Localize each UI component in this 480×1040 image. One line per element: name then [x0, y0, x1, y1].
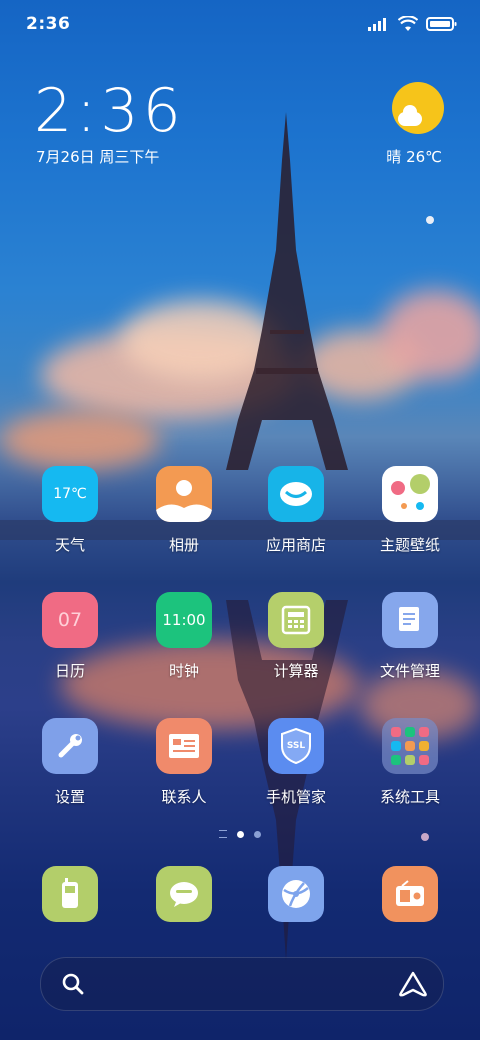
app-label: 主题壁纸	[379, 536, 440, 554]
settings-app-icon	[42, 718, 98, 774]
app-security[interactable]: SSL 手机管家	[240, 718, 352, 807]
calendar-app-icon: 07	[42, 592, 98, 648]
app-settings[interactable]: 设置	[14, 718, 126, 807]
page-dot-active	[237, 830, 244, 838]
dock-browser[interactable]	[240, 866, 352, 922]
weather-app-badge: 17℃	[53, 486, 87, 502]
app-label: 应用商店	[265, 536, 326, 554]
app-label: 日历	[54, 662, 85, 680]
music-app-icon	[382, 866, 438, 922]
app-store-icon	[268, 466, 324, 522]
battery-icon	[426, 17, 457, 31]
dock-music[interactable]	[354, 866, 466, 922]
browser-app-icon	[268, 866, 324, 922]
menu-lines-icon	[219, 830, 227, 838]
security-app-icon: SSL	[268, 718, 324, 774]
clock-app-badge: 11:00	[162, 611, 206, 629]
file-manager-icon	[382, 592, 438, 648]
status-time: 2:36	[26, 14, 71, 34]
weather-app-icon: 17℃	[42, 466, 98, 522]
app-label: 系统工具	[379, 788, 440, 806]
app-label: 计算器	[273, 662, 319, 680]
system-icons	[368, 16, 458, 32]
search-bar[interactable]	[40, 957, 444, 1011]
app-weather[interactable]: 17℃ 天气	[14, 466, 126, 555]
wifi-icon	[398, 16, 418, 31]
gallery-app-icon	[156, 466, 212, 522]
app-label: 文件管理	[379, 662, 440, 680]
assistant-icon[interactable]	[399, 971, 427, 997]
app-clock[interactable]: 11:00 时钟	[128, 592, 240, 681]
search-icon[interactable]	[61, 972, 85, 996]
app-calendar[interactable]: 07 日历	[14, 592, 126, 681]
app-label: 相册	[168, 536, 199, 554]
signal-icon	[368, 18, 386, 31]
messages-app-icon	[156, 866, 212, 922]
security-app-badge: SSL	[286, 741, 306, 751]
themes-app-icon	[382, 466, 438, 522]
calculator-app-icon	[268, 592, 324, 648]
phone-app-icon	[42, 866, 98, 922]
app-gallery[interactable]: 相册	[128, 466, 240, 555]
cloud-icon	[398, 105, 422, 126]
app-themes[interactable]: 主题壁纸	[354, 466, 466, 555]
app-label: 设置	[54, 788, 85, 806]
dock-messages[interactable]	[128, 866, 240, 922]
page-dot	[254, 830, 261, 838]
dock-phone[interactable]	[14, 866, 126, 922]
status-bar: 2:36	[0, 0, 480, 50]
clock-widget-date: 7月26日 周三下午	[36, 148, 160, 166]
weather-widget-text: 晴 26℃	[386, 148, 442, 166]
app-label: 手机管家	[265, 788, 326, 806]
app-file-manager[interactable]: 文件管理	[354, 592, 466, 681]
calendar-app-badge: 07	[57, 609, 83, 631]
app-label: 联系人	[161, 788, 207, 806]
app-label: 天气	[54, 536, 85, 554]
system-tools-folder-icon	[382, 718, 438, 774]
clock-widget-time[interactable]: 2:36	[34, 76, 185, 146]
folder-system-tools[interactable]: 系统工具	[354, 718, 466, 807]
contacts-app-icon	[156, 718, 212, 774]
app-store[interactable]: 应用商店	[240, 466, 352, 555]
app-contacts[interactable]: 联系人	[128, 718, 240, 807]
sun-icon[interactable]	[392, 82, 444, 134]
app-label: 时钟	[168, 662, 199, 680]
clock-app-icon: 11:00	[156, 592, 212, 648]
app-calculator[interactable]: 计算器	[240, 592, 352, 681]
page-indicator[interactable]	[0, 830, 480, 838]
